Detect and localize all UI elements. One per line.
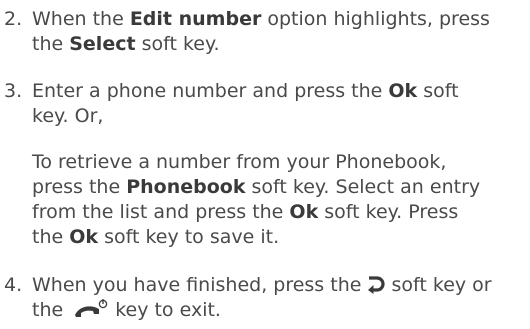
step-line: When you have finished, press the soft k… <box>32 273 528 298</box>
step-line: the Ok soft key to save it. <box>32 225 528 250</box>
step-line: from the list and press the Ok soft key.… <box>32 200 528 225</box>
text-run: soft key or <box>385 274 492 296</box>
step-number: 3. <box>4 80 23 102</box>
ok-softkey-label: Ok <box>388 80 418 102</box>
text-run: When you have finished, press the <box>32 274 368 296</box>
text-run: the <box>32 33 70 55</box>
instructions-page: 2. When the Edit number option highlight… <box>0 0 530 329</box>
text-run: key to exit. <box>115 299 221 321</box>
step-text: When you have finished, press the soft k… <box>32 273 528 323</box>
ok-softkey-label: Ok <box>69 226 99 248</box>
step-line: key. Or, <box>32 105 104 127</box>
select-softkey-label: Select <box>69 33 136 55</box>
text-run: the <box>32 299 64 321</box>
step-line: press the Phonebook soft key. Select an … <box>32 175 528 200</box>
edit-number-option-label: Edit number <box>129 8 262 30</box>
text-run: press the <box>32 176 127 198</box>
alternative-paragraph: To retrieve a number from your Phonebook… <box>32 150 528 250</box>
step-text: When the Edit number option highlights, … <box>32 7 528 57</box>
step-text: Enter a phone number and press the Ok so… <box>32 79 528 250</box>
text-run: the <box>32 226 70 248</box>
text-run: When the <box>32 8 130 30</box>
text-run: soft <box>417 80 459 102</box>
step-line: To retrieve a number from your Phonebook… <box>32 151 447 173</box>
text-run: option highlights, press <box>261 8 490 30</box>
phonebook-softkey-label: Phonebook <box>126 176 246 198</box>
step-line: Enter a phone number and press the Ok so… <box>32 79 528 104</box>
text-run: soft key. Press <box>318 201 459 223</box>
text-run: soft key to save it. <box>98 226 280 248</box>
step-line: the key to exit. <box>32 298 528 323</box>
text-run: soft key. Select an entry <box>245 176 481 198</box>
text-run: Enter a phone number and press the <box>32 80 389 102</box>
ok-softkey-label: Ok <box>289 201 319 223</box>
step-number: 4. <box>4 274 23 296</box>
text-run: soft key. <box>135 33 220 55</box>
end-power-key-icon <box>73 298 109 320</box>
step-line: the Select soft key. <box>32 32 528 57</box>
step-line: When the Edit number option highlights, … <box>32 7 528 32</box>
back-arrow-icon <box>367 276 386 294</box>
step-number: 2. <box>4 8 23 30</box>
text-run: from the list and press the <box>32 201 290 223</box>
